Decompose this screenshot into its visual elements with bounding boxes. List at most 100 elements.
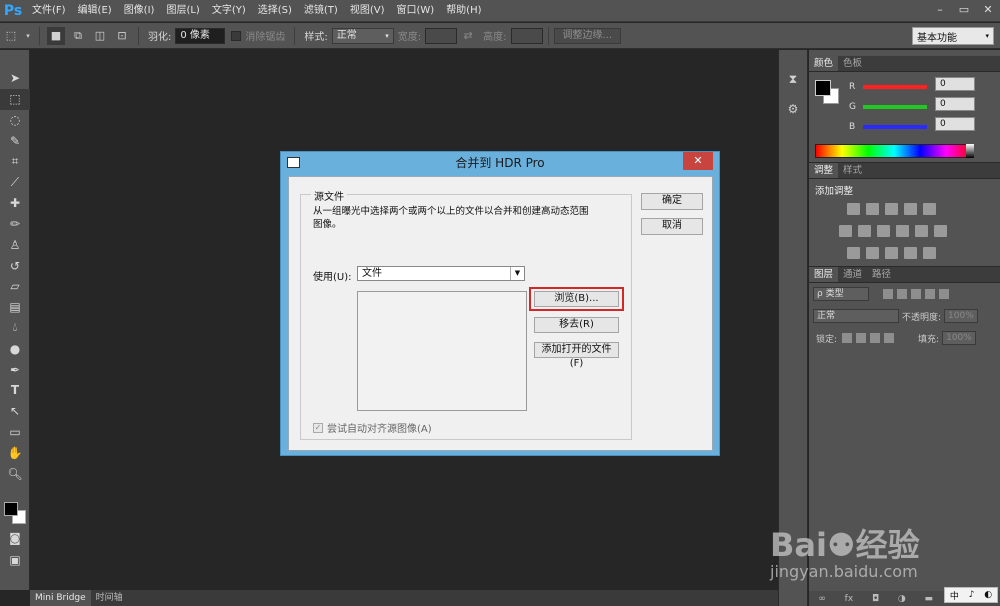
- photo-filter-icon[interactable]: [896, 225, 909, 237]
- path-selection-tool-icon[interactable]: ↖: [0, 401, 30, 422]
- rectangle-tool-icon[interactable]: ▭: [0, 422, 30, 443]
- dodge-tool-icon[interactable]: ●: [0, 338, 30, 359]
- add-open-files-button[interactable]: 添加打开的文件(F): [534, 342, 619, 369]
- menu-view[interactable]: 视图(V): [344, 0, 391, 22]
- lock-transparent-icon[interactable]: [842, 333, 853, 343]
- invert-icon[interactable]: [847, 247, 860, 259]
- filter-type-icon[interactable]: [911, 289, 921, 299]
- lock-position-icon[interactable]: [870, 333, 881, 343]
- color-spectrum-bar[interactable]: [815, 144, 973, 158]
- history-panel-icon[interactable]: ⧗: [779, 68, 807, 90]
- feather-input[interactable]: 0 像素: [175, 27, 226, 44]
- clone-stamp-tool-icon[interactable]: ♙: [0, 234, 30, 255]
- zoom-tool-icon[interactable]: 🔍︎: [0, 463, 30, 484]
- lock-image-icon[interactable]: [856, 333, 867, 343]
- hue-saturation-icon[interactable]: [839, 225, 852, 237]
- workspace-select[interactable]: 基本功能 ▾: [912, 27, 994, 45]
- auto-align-row[interactable]: ✓ 尝试自动对齐源图像(A): [313, 420, 432, 435]
- menu-window[interactable]: 窗口(W): [390, 0, 440, 22]
- tab-color[interactable]: 颜色: [809, 56, 839, 71]
- posterize-icon[interactable]: [866, 247, 879, 259]
- quick-mask-icon[interactable]: ◙: [0, 528, 30, 549]
- swap-icon[interactable]: ⇄: [459, 27, 477, 45]
- black-white-icon[interactable]: [877, 225, 890, 237]
- add-mask-icon[interactable]: ◘: [872, 594, 879, 604]
- filter-shape-icon[interactable]: [925, 289, 935, 299]
- foreground-color-swatch[interactable]: [4, 502, 18, 516]
- channel-g-value[interactable]: 0: [935, 97, 975, 111]
- channel-b-value[interactable]: 0: [935, 117, 975, 131]
- dialog-close-button[interactable]: ✕: [683, 152, 713, 170]
- menu-filter[interactable]: 滤镜(T): [298, 0, 344, 22]
- tab-styles[interactable]: 样式: [838, 163, 867, 178]
- ok-button[interactable]: 确定: [641, 193, 703, 210]
- lasso-tool-icon[interactable]: ◌: [0, 110, 30, 131]
- brush-tool-icon[interactable]: ✏: [0, 214, 30, 235]
- menu-type[interactable]: 文字(Y): [206, 0, 252, 22]
- browse-button[interactable]: 浏览(B)...: [534, 291, 619, 307]
- color-swatches[interactable]: [4, 502, 28, 526]
- slider-b-track[interactable]: [863, 125, 927, 129]
- menu-edit[interactable]: 编辑(E): [72, 0, 118, 22]
- slider-r-track[interactable]: [863, 85, 927, 89]
- layer-kind-filter[interactable]: ρ 类型: [813, 287, 869, 301]
- new-group-icon[interactable]: ▬: [925, 594, 934, 604]
- brightness-icon[interactable]: [847, 203, 860, 215]
- link-layers-icon[interactable]: ∞: [818, 594, 826, 604]
- width-input[interactable]: [425, 27, 458, 44]
- rectangular-marquee-tool-icon[interactable]: ⬚: [0, 88, 30, 110]
- tab-paths[interactable]: 路径: [867, 267, 896, 282]
- file-list[interactable]: [357, 291, 527, 411]
- levels-icon[interactable]: [866, 203, 879, 215]
- hand-tool-icon[interactable]: ✋: [0, 442, 30, 463]
- black-white-ramp[interactable]: [966, 144, 974, 158]
- color-lookup-icon[interactable]: [934, 225, 947, 237]
- curves-icon[interactable]: [885, 203, 898, 215]
- gradient-tool-icon[interactable]: ▤: [0, 297, 30, 318]
- ime-width-icon[interactable]: ◐: [984, 590, 992, 600]
- filter-adjustment-icon[interactable]: [897, 289, 907, 299]
- style-select[interactable]: 正常 ▾: [331, 27, 394, 44]
- use-select[interactable]: 文件 ▼: [357, 266, 525, 281]
- tab-adjustments[interactable]: 调整: [809, 163, 839, 178]
- healing-brush-tool-icon[interactable]: ✚: [0, 193, 30, 214]
- threshold-icon[interactable]: [885, 247, 898, 259]
- tab-timeline[interactable]: 时间轴: [91, 590, 128, 606]
- exposure-icon[interactable]: [904, 203, 917, 215]
- menu-layer[interactable]: 图层(L): [160, 0, 205, 22]
- slider-g[interactable]: G 0: [849, 97, 975, 112]
- filter-smart-object-icon[interactable]: [939, 289, 949, 299]
- tab-swatches[interactable]: 色板: [838, 56, 867, 71]
- menu-image[interactable]: 图像(I): [118, 0, 161, 22]
- color-balance-icon[interactable]: [858, 225, 871, 237]
- add-selection-icon[interactable]: ⧉: [69, 27, 87, 45]
- tab-channels[interactable]: 通道: [838, 267, 867, 282]
- channel-mixer-icon[interactable]: [915, 225, 928, 237]
- minimize-button[interactable]: –: [928, 0, 952, 18]
- menu-file[interactable]: 文件(F): [26, 0, 72, 22]
- selective-color-icon[interactable]: [923, 247, 936, 259]
- screen-mode-icon[interactable]: ▣: [0, 550, 30, 571]
- vibrance-icon[interactable]: [923, 203, 936, 215]
- opacity-input[interactable]: 100%: [944, 309, 979, 323]
- lock-all-icon[interactable]: [884, 333, 895, 343]
- menu-select[interactable]: 选择(S): [252, 0, 298, 22]
- move-tool-icon[interactable]: ➤: [0, 68, 30, 89]
- quick-selection-tool-icon[interactable]: ✎: [0, 130, 30, 151]
- slider-g-track[interactable]: [863, 105, 927, 109]
- fill-input[interactable]: 100%: [942, 331, 977, 345]
- eyedropper-tool-icon[interactable]: ⟋: [0, 172, 30, 193]
- blend-mode-select[interactable]: 正常: [813, 309, 899, 323]
- slider-r[interactable]: R 0: [849, 77, 975, 92]
- subtract-selection-icon[interactable]: ◫: [91, 27, 109, 45]
- marquee-preset-icon[interactable]: ⬚: [2, 27, 20, 45]
- crop-tool-icon[interactable]: ⌗: [0, 151, 30, 172]
- ime-mode[interactable]: 中: [950, 589, 959, 602]
- layer-style-icon[interactable]: fx: [845, 594, 854, 604]
- filter-pixel-icon[interactable]: [883, 289, 893, 299]
- antialias-checkbox[interactable]: [231, 30, 242, 41]
- new-adjustment-icon[interactable]: ◑: [898, 594, 906, 604]
- height-input[interactable]: [510, 27, 543, 44]
- ime-toolbar[interactable]: 中 ♪ ◐: [944, 587, 998, 603]
- preset-dropdown-icon[interactable]: ▾: [24, 27, 32, 45]
